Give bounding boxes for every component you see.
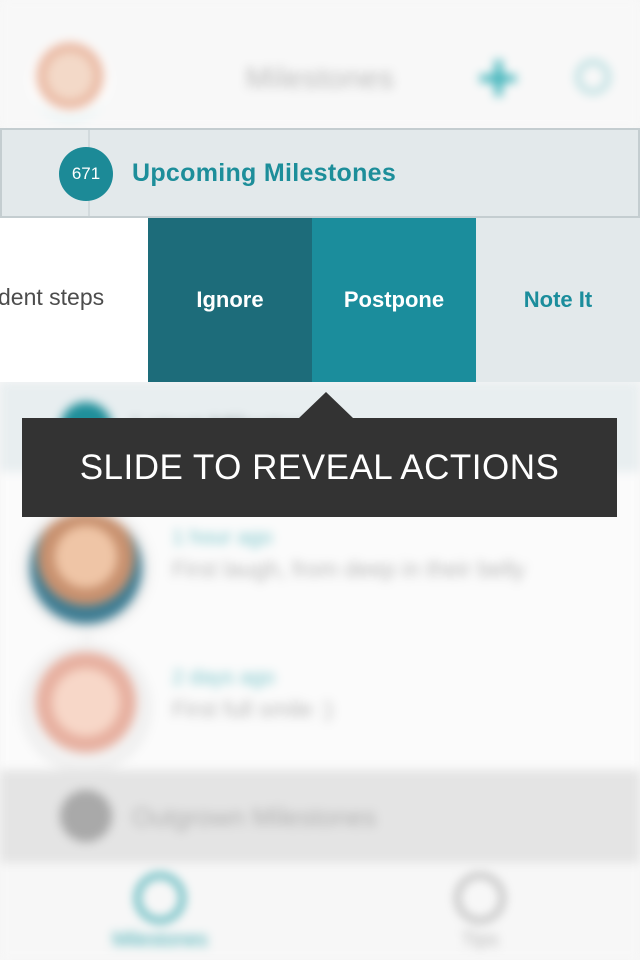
tab-label: Tips bbox=[461, 929, 499, 951]
tab-milestones[interactable]: Milestones bbox=[0, 863, 320, 960]
postpone-button[interactable]: Postpone bbox=[312, 218, 476, 382]
tooltip-text: SLIDE TO REVEAL ACTIONS bbox=[79, 448, 560, 487]
milestone-time: 2 days ago bbox=[172, 666, 275, 689]
timeline-item[interactable]: 2 days ago First full smile :) bbox=[0, 642, 640, 782]
tooltip-arrow bbox=[299, 392, 353, 418]
section-title: Upcoming Milestones bbox=[132, 159, 397, 187]
milestone-text: dent steps bbox=[0, 284, 105, 310]
milestone-text: First laugh, from deep in their belly bbox=[172, 556, 525, 582]
note-it-button[interactable]: Note It bbox=[476, 218, 640, 382]
tab-tips[interactable]: Tips bbox=[320, 863, 640, 960]
timeline-item[interactable]: 1 hour ago First laugh, from deep in the… bbox=[0, 502, 640, 642]
milestone-photo bbox=[20, 502, 152, 634]
ignore-button[interactable]: Ignore bbox=[148, 218, 312, 382]
outgrown-label: Outgrown Milestones bbox=[132, 802, 377, 832]
milestone-text: First full smile :) bbox=[172, 696, 333, 722]
avatar[interactable] bbox=[30, 40, 110, 120]
outgrown-milestones-row[interactable]: Outgrown Milestones bbox=[0, 770, 640, 862]
group-icon bbox=[60, 790, 112, 842]
page-title: Milestones bbox=[245, 62, 395, 95]
app-header: Milestones bbox=[0, 0, 640, 128]
info-icon bbox=[455, 873, 505, 923]
tab-bar: Milestones Tips bbox=[0, 862, 640, 960]
upcoming-milestones-header[interactable]: 671 Upcoming Milestones bbox=[0, 128, 640, 218]
swiped-milestone-row[interactable]: dent steps Ignore Postpone Note It bbox=[0, 218, 640, 382]
milestone-time: 1 hour ago bbox=[172, 526, 273, 549]
tab-label: Milestones bbox=[112, 929, 208, 951]
clock-icon bbox=[135, 873, 185, 923]
count-badge: 671 bbox=[59, 147, 113, 201]
plus-icon[interactable] bbox=[478, 58, 518, 98]
coach-mark-tooltip: SLIDE TO REVEAL ACTIONS bbox=[22, 392, 617, 517]
milestone-photo bbox=[20, 642, 152, 774]
search-icon[interactable] bbox=[576, 60, 610, 94]
